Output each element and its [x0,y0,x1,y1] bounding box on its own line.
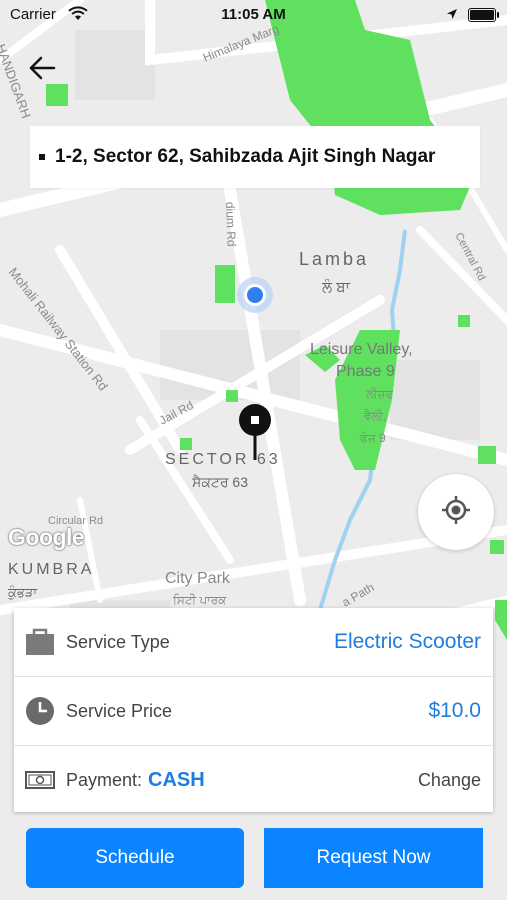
cash-icon [24,764,56,796]
map-label-stadium-rd: dium Rd [223,202,239,247]
map-label-leisure-pa-2: ਵੈਲੀ, [363,409,387,423]
clock-icon [24,695,56,727]
map-label-leisure-pa-1: ਲੀਜ਼ਰ [365,387,394,401]
change-payment-button[interactable]: Change [418,770,481,791]
status-bar: Carrier 11:05 AM [0,0,507,30]
gps-target-button[interactable] [418,474,494,550]
battery-icon [468,8,499,22]
service-price-label: Service Price [66,700,173,721]
clock-time: 11:05 AM [221,6,286,23]
service-type-label: Service Type [66,631,170,652]
back-arrow-icon[interactable] [28,56,56,85]
map-label-sector-63: SECTOR 63 [165,451,281,468]
map-label-lamba-pa: ਲੰ ਬਾ [321,278,351,296]
map-label-city-park: City Park [165,570,231,587]
payment-row: Payment: CASH Change [14,746,493,814]
map-label-phase-9: Phase 9 [336,363,395,380]
request-now-button[interactable]: Request Now [264,828,483,888]
map-label-leisure-pa-3: ਫੇਜ਼ 9 [359,431,386,445]
ride-details-panel: Service Type Electric Scooter Service Pr… [14,608,493,812]
map-label-sector-63-pa: ਸੈਕਟਰ 63 [191,474,248,490]
address-bullet [39,154,45,160]
service-price-value: $10.0 [428,699,481,722]
payment-value: CASH [148,768,205,791]
bag-icon [24,626,56,658]
map-label-kumbra: KUMBRA [8,561,94,578]
location-arrow-icon [446,7,458,24]
service-type-value[interactable]: Electric Scooter [334,630,481,654]
map-label-city-park-pa: ਸਿਟੀ ਪਾਰਕ [172,593,227,607]
map-label-leisure-valley: Leisure Valley, [310,341,413,358]
payment-label: Payment: [66,769,143,790]
gps-target-icon [441,495,471,530]
service-type-row[interactable]: Service Type Electric Scooter [14,608,493,677]
schedule-button[interactable]: Schedule [26,828,244,888]
pickup-address-text: 1-2, Sector 62, Sahibzada Ajit Singh Nag… [55,146,436,167]
service-price-row: Service Price $10.0 [14,677,493,746]
map-label-lamba: Lamba [299,249,369,269]
current-location-dot-icon [237,277,273,313]
pickup-address-field[interactable]: 1-2, Sector 62, Sahibzada Ajit Singh Nag… [30,126,480,188]
map-label-kumbra-pa: ਕੁੰਭੜਾ [7,585,38,600]
google-attribution: Google [8,524,85,550]
